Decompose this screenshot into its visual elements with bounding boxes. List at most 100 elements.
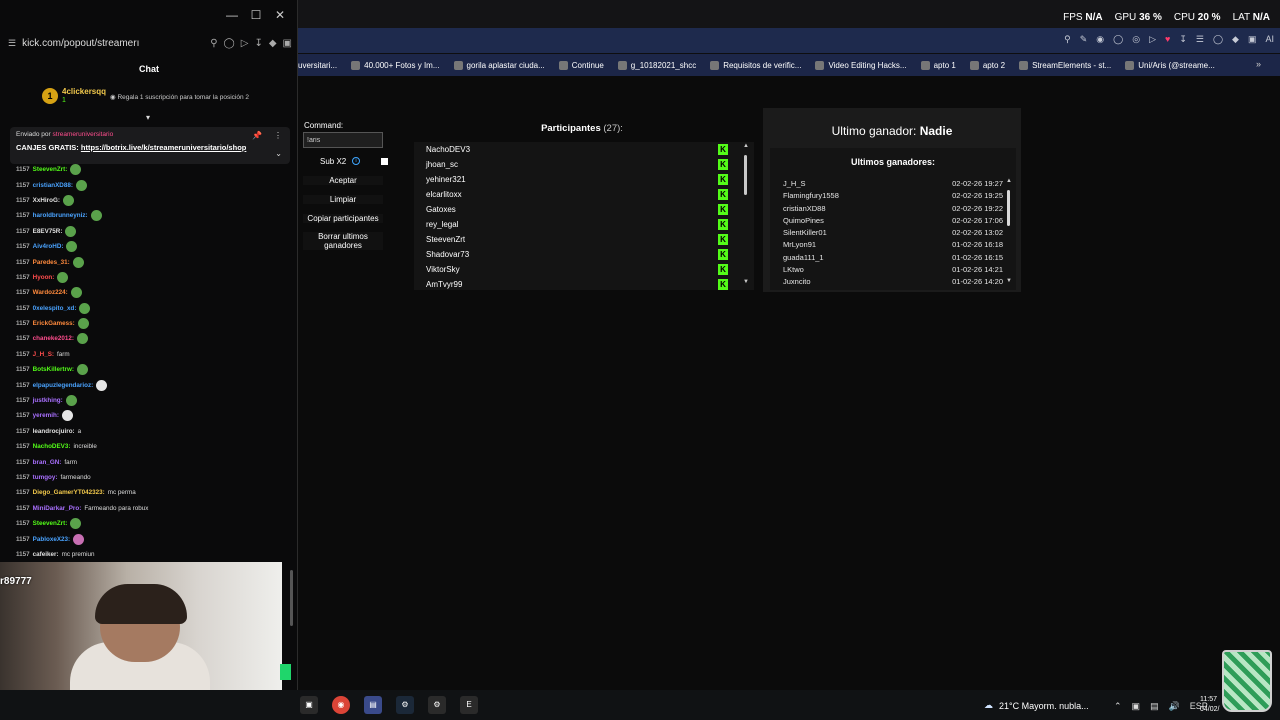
more-options-icon[interactable]: ⋮ [274,131,282,140]
clear-button[interactable]: Limpiar [303,195,383,204]
chat-username[interactable]: haroldbrunneyniz: [33,212,88,219]
chat-username[interactable]: J_H_S: [33,351,54,358]
chat-username[interactable]: tumgoy: [33,474,58,481]
gift-sub-prompt[interactable]: ◉ Regala 1 suscripción para tomar la pos… [110,93,249,101]
popup-address-bar[interactable]: ☰ kick.com/popout/streamerı ⚲ ◯ ▷ ↧ ◆ ▣ [8,32,292,54]
participant-name: Gatoxes [426,205,456,214]
chat-username[interactable]: yeremih: [33,412,59,419]
bookmark-item[interactable]: gorila aplastar ciuda... [453,60,545,70]
app-icon[interactable]: ▣ [300,696,318,714]
scroll-down-icon[interactable]: ▼ [743,279,749,285]
minimize-icon[interactable]: — [223,8,241,22]
extension-icon[interactable]: ◆ [269,38,277,49]
participants-scrollbar[interactable]: ▲ ▼ [743,143,749,290]
camera-icon[interactable]: ◉ [1096,34,1104,45]
ai-button[interactable]: AI [1265,34,1274,45]
maximize-icon[interactable]: ☐ [247,8,265,22]
tray-app-icon[interactable]: ▣ [1132,701,1141,712]
bookmark-item[interactable]: Continue [558,60,604,70]
chat-username[interactable]: Hyoon: [33,274,55,281]
profile-icon[interactable]: ◯ [1213,34,1223,45]
chat-username[interactable]: XxHiroG: [33,197,60,204]
globe-icon[interactable]: ◎ [1132,34,1140,45]
bookmark-item[interactable]: g_10182021_shcc [617,60,696,70]
sub-x2-checkbox[interactable] [381,158,388,165]
chat-username[interactable]: BotsKillertrw: [33,366,74,373]
bookmark-item[interactable]: StreamElements - st... [1019,60,1111,70]
chat-username[interactable]: cristianXD88: [33,182,73,189]
chat-username[interactable]: 0xelespito_xd: [33,305,77,312]
steam-icon[interactable]: ⚙ [396,696,414,714]
play-icon[interactable]: ▷ [1149,34,1156,45]
scroll-up-icon[interactable]: ▲ [1006,178,1012,184]
scroll-thumb[interactable] [1007,190,1010,226]
weather-widget[interactable]: ☁ 21°C Mayorm. nubla... [984,700,1089,711]
scroll-up-icon[interactable]: ▲ [743,143,749,149]
chat-username[interactable]: leandrocjuiro: [33,428,75,435]
bookmark-item[interactable]: Requisitos de verific... [710,60,801,70]
collapse-icon[interactable]: ▾ [146,113,150,122]
chat-username[interactable]: PabloxeX23: [33,536,70,543]
bookmark-item[interactable]: Uni/Aris (@streame... [1125,60,1215,70]
settings-icon[interactable]: ⚙ [428,696,446,714]
cube-icon[interactable]: ▣ [1248,34,1257,45]
pinned-link[interactable]: https://botrix.live/k/streameruniversita… [81,143,246,152]
play-icon[interactable]: ▷ [241,38,249,49]
chat-username[interactable]: bran_GN: [33,459,62,466]
delete-winners-button[interactable]: Borrar ultimos ganadores [303,232,383,250]
shield-icon[interactable]: ◯ [224,38,235,49]
chevron-down-icon[interactable]: ⌄ [275,149,282,158]
download-icon[interactable]: ↧ [1179,34,1187,45]
more-bookmarks-icon[interactable]: » [1256,59,1261,69]
download-icon[interactable]: ↧ [254,38,262,49]
chat-username[interactable]: SteevenZrt: [33,520,68,527]
chat-username[interactable]: E8EV75R: [33,228,63,235]
cube-icon[interactable]: ▣ [283,38,292,49]
info-icon[interactable]: i [352,157,360,165]
network-icon[interactable]: ▤ [1150,701,1159,712]
edit-icon[interactable]: ✎ [1080,34,1088,45]
popup-url[interactable]: kick.com/popout/streamerı [22,38,204,49]
chat-username[interactable]: SteevenZrt: [33,166,68,173]
extension-icon[interactable]: ◆ [1232,34,1239,45]
chat-username[interactable]: MiniDarkar_Pro: [33,505,82,512]
epic-games-icon[interactable]: E [460,696,478,714]
winners-scrollbar[interactable]: ▲ ▼ [1006,178,1012,288]
shield-icon[interactable]: ◯ [1113,34,1123,45]
bookmark-item[interactable]: apto 1 [920,60,956,70]
clock[interactable]: 11:57 04/02/ [1200,695,1219,715]
sub-leader-user[interactable]: 4clickersqq [62,87,106,96]
bookmark-item[interactable]: uversitari... [298,61,337,70]
volume-icon[interactable]: 🔊 [1169,701,1180,712]
bookmark-item[interactable]: apto 2 [969,60,1005,70]
search-icon[interactable]: ⚲ [1064,34,1071,45]
chrome-icon[interactable]: ◉ [332,696,350,714]
accept-button[interactable]: Aceptar [303,176,383,185]
site-settings-icon[interactable]: ☰ [8,38,16,49]
chat-username[interactable]: Aiv4roHD: [33,243,64,250]
command-input[interactable] [303,132,383,148]
chat-username[interactable]: cafeiker: [33,551,59,558]
pin-icon[interactable]: 📌 [252,131,262,140]
chat-username[interactable]: NachoDEV3: [33,443,71,450]
pinned-author[interactable]: streameruniversitario [53,131,114,138]
heart-icon[interactable]: ♥ [1165,34,1170,45]
bookmark-item[interactable]: 40.000+ Fotos y Im... [351,60,440,70]
scroll-down-icon[interactable]: ▼ [1006,278,1012,284]
bookmark-item[interactable]: Video Editing Hacks... [815,60,907,70]
media-icon[interactable]: ▤ [364,696,382,714]
chat-username[interactable]: justkhing: [33,397,63,404]
chevron-up-icon[interactable]: ⌃ [1114,701,1122,712]
chat-username[interactable]: Diego_GamerYT042323: [33,489,105,496]
copy-participants-button[interactable]: Copiar participantes [303,214,383,223]
close-icon[interactable]: ✕ [271,8,289,22]
chat-username[interactable]: ErickGamess: [33,320,75,327]
chat-scrollbar[interactable] [290,570,293,626]
chat-username[interactable]: Wardoz224: [33,289,68,296]
chat-username[interactable]: chaneke2012: [33,335,74,342]
search-icon[interactable]: ⚲ [210,38,217,49]
chat-username[interactable]: Paredes_31: [33,259,70,266]
chat-username[interactable]: elpapuzlegendarioz: [33,382,94,389]
menu-icon[interactable]: ☰ [1196,34,1204,45]
scroll-thumb[interactable] [744,155,747,195]
